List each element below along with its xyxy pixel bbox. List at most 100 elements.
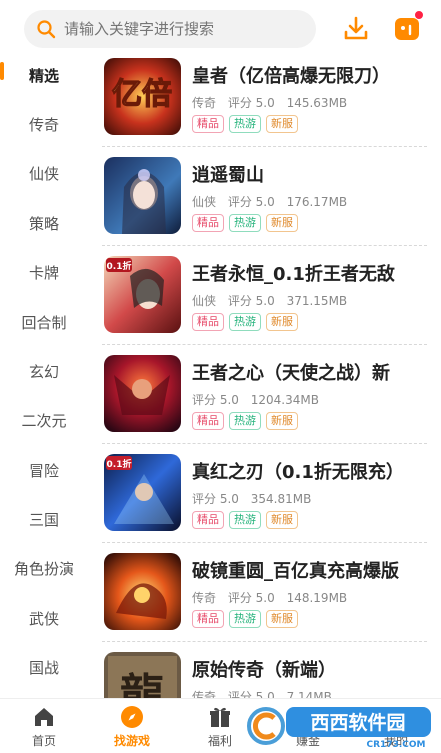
game-item[interactable]: 王者之心（天使之战）新 评分 5.0 1204.34MB 精品 热游 新服 [102,355,432,454]
game-tags: 精品 热游 新服 [192,115,298,133]
game-title: 王者之心（天使之战）新 [192,363,390,384]
sidebar-item-fantasy[interactable]: 玄幻 [0,349,88,393]
sidebar-item-xianxia[interactable]: 仙侠 [0,151,88,195]
game-rating: 评分 5.0 [227,96,275,110]
tag-new-server: 新服 [266,511,298,529]
nav-home[interactable]: 首页 [0,699,88,753]
thumb-text: 0.1折 [107,260,132,272]
sidebar-item-adventure[interactable]: 冒险 [0,448,88,492]
sidebar-item-strategy[interactable]: 策略 [0,201,88,245]
game-size: 148.19MB [286,591,348,605]
game-rating: 评分 5.0 [227,195,275,209]
game-genre: 仙侠 [192,195,217,209]
game-icon: 龍 [104,652,181,698]
game-size: 145.63MB [286,96,348,110]
game-meta: 传奇 评分 5.0 148.19MB [192,589,355,606]
tag-premium: 精品 [192,511,224,529]
game-icon: 0.1折 [104,256,181,333]
game-size: 354.81MB [250,492,312,506]
search-bar[interactable] [24,10,316,48]
home-icon [35,707,53,726]
game-tags: 精品 热游 新服 [192,412,298,430]
sidebar-item-three-kingdoms[interactable]: 三国 [0,497,88,541]
download-icon[interactable] [341,14,371,44]
game-genre: 仙侠 [192,294,217,308]
game-item[interactable]: 亿倍 皇者（亿倍高爆无限刀） 传奇 评分 5.0 145.63MB 精品 热游 … [102,58,432,157]
compass-icon [121,705,143,728]
tag-premium: 精品 [192,610,224,628]
game-item[interactable]: 龍 原始传奇（新端） 传奇 评分 5.0 7.14MB 精品 热游 新服 [102,652,432,698]
tag-premium: 精品 [192,214,224,232]
tag-new-server: 新服 [266,412,298,430]
nav-find-games[interactable]: 找游戏 [88,699,176,753]
watermark-text: 西西软件园 [310,711,405,734]
game-rating: 评分 5.0 [227,294,275,308]
tag-premium: 精品 [192,412,224,430]
game-item[interactable]: 破镜重圆_百亿真充高爆版 传奇 评分 5.0 148.19MB 精品 热游 新服 [102,553,432,652]
divider [102,146,427,147]
nav-label: 找游戏 [113,733,150,748]
game-meta: 传奇 评分 5.0 7.14MB [192,688,340,698]
tag-hot: 热游 [229,214,261,232]
game-meta: 评分 5.0 1204.34MB [192,391,327,408]
header [0,0,441,58]
gift-icon [210,707,230,727]
sidebar-item-legend[interactable]: 传奇 [0,102,88,146]
tag-new-server: 新服 [266,115,298,133]
tag-new-server: 新服 [266,313,298,331]
game-title: 皇者（亿倍高爆无限刀） [192,66,390,87]
sidebar-item-wuxia[interactable]: 武侠 [0,596,88,640]
sidebar-item-card[interactable]: 卡牌 [0,250,88,294]
sidebar-item-anime[interactable]: 二次元 [0,398,88,442]
nav-label: 福利 [207,733,232,748]
game-tags: 精品 热游 新服 [192,511,298,529]
game-rating: 评分 5.0 [227,591,275,605]
search-input[interactable] [64,20,304,38]
game-meta: 仙侠 评分 5.0 371.15MB [192,292,355,309]
divider [102,542,427,543]
game-size: 1204.34MB [250,393,319,407]
game-genre: 传奇 [192,690,217,698]
game-item[interactable]: 0.1折 王者永恒_0.1折王者无敌 仙侠 评分 5.0 371.15MB 精品… [102,256,432,355]
game-genre: 传奇 [192,96,217,110]
game-icon [104,355,181,432]
thumb-text: 龍 [120,670,164,698]
thumb-text: 0.1折 [107,458,132,470]
game-icon [104,553,181,630]
thumb-text: 亿倍 [112,77,172,112]
game-list: 亿倍 皇者（亿倍高爆无限刀） 传奇 评分 5.0 145.63MB 精品 热游 … [88,58,441,698]
game-size: 371.15MB [286,294,348,308]
game-icon [104,157,181,234]
tag-premium: 精品 [192,115,224,133]
divider [102,443,427,444]
tag-premium: 精品 [192,313,224,331]
game-item[interactable]: 0.1折 真红之刃（0.1折无限充） 评分 5.0 354.81MB 精品 热游… [102,454,432,553]
sidebar-item-turn-based[interactable]: 回合制 [0,300,88,344]
game-size: 7.14MB [286,690,332,698]
tag-hot: 热游 [229,115,261,133]
game-meta: 传奇 评分 5.0 145.63MB [192,94,355,111]
sidebar-item-featured[interactable]: 精选 [0,53,88,97]
game-icon: 亿倍 [104,58,181,135]
category-sidebar: 精选 传奇 仙侠 策略 卡牌 回合制 玄幻 二次元 冒险 三国 角色扮演 武侠 … [0,58,88,698]
game-size: 176.17MB [286,195,348,209]
divider [102,641,427,642]
tag-hot: 热游 [229,412,261,430]
sidebar-item-rpg[interactable]: 角色扮演 [0,546,88,590]
game-icon: 0.1折 [104,454,181,531]
game-title: 原始传奇（新端） [192,660,336,681]
divider [102,245,427,246]
game-rating: 评分 5.0 [192,393,239,407]
tag-hot: 热游 [229,511,261,529]
game-genre: 传奇 [192,591,217,605]
tag-new-server: 新服 [266,610,298,628]
game-title: 真红之刃（0.1折无限充） [192,462,404,483]
message-button[interactable] [392,10,424,44]
game-title: 破镜重圆_百亿真充高爆版 [192,561,399,582]
game-title: 逍遥蜀山 [192,165,264,186]
nav-label: 首页 [31,733,56,748]
game-item[interactable]: 逍遥蜀山 仙侠 评分 5.0 176.17MB 精品 热游 新服 [102,157,432,256]
watermark-logo: 西西软件园 CR173.COM [247,707,431,749]
sidebar-item-nation-war[interactable]: 国战 [0,645,88,689]
tag-hot: 热游 [229,313,261,331]
